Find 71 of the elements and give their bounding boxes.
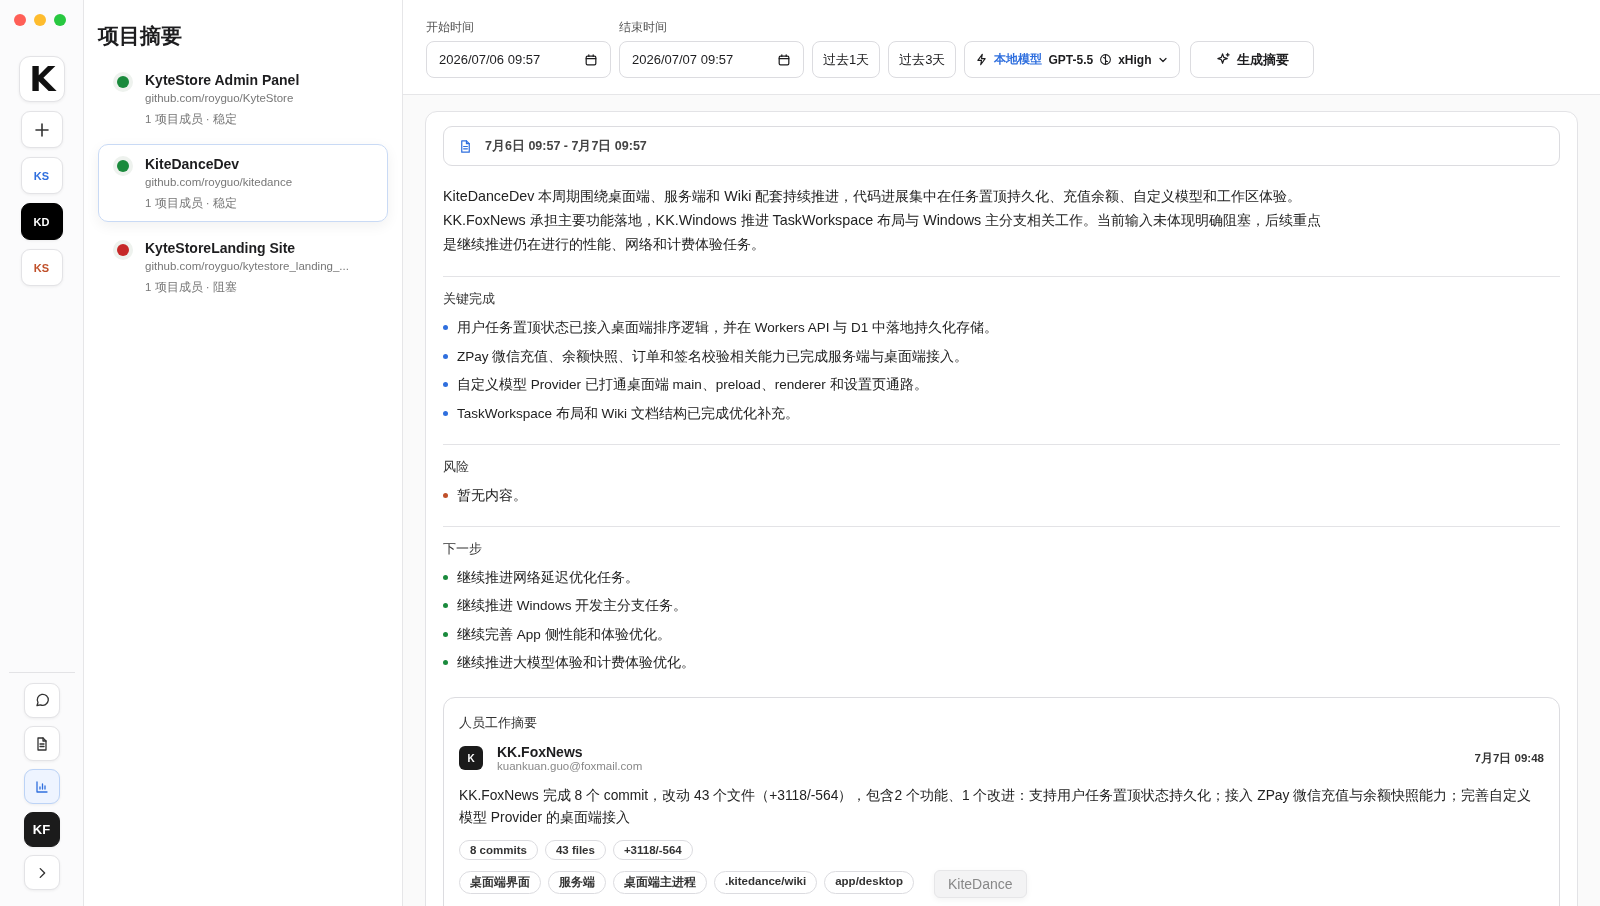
bullet-text: 继续完善 App 侧性能和体验优化。 (457, 625, 671, 644)
timestamp: 7月7日 09:48 (1474, 750, 1544, 766)
minimize-button[interactable] (34, 14, 46, 26)
project-button[interactable]: KD (20, 203, 63, 240)
person-email: kuankuan.guo@foxmail.com (497, 760, 644, 772)
bullet-text: 用户任务置顶状态已接入桌面端排序逻辑，并在 Workers API 与 D1 中落地持久化存储。 (457, 319, 999, 337)
person-summary-text: KK.FoxNews 完成 8 个 commit，改动 43 个文件（+3118/-564），包含2 个功能、1 个改进：支持用户任务置顶状态持久化；接入 ZPay 微信充值与余额快照能力；完善自定义模型 Provider 的桌面端接入 (459, 787, 1533, 827)
lightning-icon (975, 53, 989, 66)
chart-button[interactable] (23, 769, 60, 804)
quick-range-button[interactable]: 过去3天 (888, 41, 957, 78)
stat-chip: 8 commits (459, 840, 538, 860)
chat-icon (33, 692, 50, 709)
project-meta: 1 项目成员 · 稳定 (145, 112, 238, 127)
document-icon (458, 138, 473, 154)
bullet-text: 继续推进大模型体验和计费体验优化。 (457, 654, 695, 672)
date-range: 7月6日 09:57 - 7月7日 09:57 (485, 137, 647, 155)
add-button[interactable] (20, 111, 63, 148)
bullet-text: 继续推进 Windows 开发主分支任务。 (457, 597, 688, 615)
repo-url: github.com/royguo/kytestore_landing_... (145, 260, 349, 272)
repo-url: github.com/royguo/KyteStore (145, 92, 295, 104)
project-button[interactable]: KS (20, 157, 63, 194)
quick-range-button[interactable]: 过去1天 (812, 41, 881, 78)
bullet-text: TaskWorkspace 布局和 Wiki 文档结构已完成优化补充。 (457, 404, 799, 423)
tag-chip: .kitedance/wiki (714, 871, 818, 894)
project-meta: 1 项目成员 · 稳定 (145, 196, 238, 211)
section-title: 关键完成 (443, 291, 496, 308)
project-meta: 1 项目成员 · 阻塞 (145, 280, 238, 295)
plus-icon (33, 121, 50, 138)
app-logo[interactable]: K (18, 56, 65, 102)
repo-url: github.com/royguo/kitedance (145, 176, 293, 188)
sparkle-icon (1215, 52, 1231, 67)
tooltip: KiteDance (934, 870, 1027, 898)
project-item[interactable]: KyteStoreLanding Site github.com/royguo/kytestore_landing_... 1 项目成员 · 阻塞 (98, 228, 388, 306)
tag-chip: 桌面端界面 (459, 871, 541, 894)
stat-chip: 43 files (544, 840, 606, 860)
project-name: KyteStore Admin Panel (145, 71, 300, 89)
date-time-field[interactable]: 2026/07/07 09:57 (619, 41, 804, 78)
calendar-icon (777, 52, 791, 67)
calendar-icon (584, 52, 598, 67)
overview-line: KiteDanceDev 本周期围绕桌面端、服务端和 Wiki 配套持续推进，代码进展集中在任务置顶持久化、充值余额、自定义模型和工作区体验。 (443, 187, 1302, 206)
avatar: K (459, 746, 483, 770)
field-label: 结束时间 (619, 20, 668, 35)
project-item[interactable]: KyteStore Admin Panel github.com/royguo/KyteStore 1 项目成员 · 稳定 (98, 60, 388, 138)
panel-title: 项目摘要 (98, 23, 182, 49)
chat-button[interactable] (23, 683, 60, 718)
document-button[interactable] (23, 726, 60, 761)
section-title: 下一步 (443, 540, 483, 558)
bullet-text: 继续推进网络延迟优化任务。 (457, 568, 639, 587)
overview-line: 是继续推进仍在进行的性能、网络和计费体验任务。 (443, 235, 765, 254)
project-name: KiteDanceDev (145, 155, 241, 173)
field-label: 开始时间 (426, 20, 475, 35)
date-time-field[interactable]: 2026/07/06 09:57 (426, 41, 611, 78)
project-name: KyteStoreLanding Site (145, 239, 297, 257)
section-title: 风险 (443, 458, 470, 476)
user-avatar[interactable]: KF (23, 812, 60, 847)
bullet-text: 自定义模型 Provider 已打通桌面端 main、preload、renderer 和设置页通路。 (457, 376, 928, 394)
tag-chip: 桌面端主进程 (613, 871, 707, 894)
zoom-button[interactable] (54, 14, 66, 26)
model-selector[interactable]: 本地模型 GPT-5.5 xHigh (964, 41, 1181, 78)
project-item[interactable]: KiteDanceDev github.com/royguo/kitedance 1 项目成员 · 稳定 (98, 144, 388, 222)
person-name: KK.FoxNews (497, 744, 584, 760)
generate-summary-button[interactable]: 生成摘要 (1190, 41, 1315, 78)
project-button[interactable]: KS (20, 249, 63, 286)
bullet-text: 暂无内容。 (457, 486, 527, 505)
bullet-text: ZPay 微信充值、余额快照、订单和签名校验相关能力已完成服务端与桌面端接入。 (457, 347, 969, 366)
section-title: 人员工作摘要 (459, 714, 538, 732)
overview-line: KK.FoxNews 承担主要功能落地，KK.Windows 推进 TaskWorkspace 布局与 Windows 主分支相关工作。当前输入未体现明确阻塞，后续重点 (443, 211, 1322, 230)
tag-chip: 服务端 (548, 871, 606, 894)
stat-chip: +3118/-564 (612, 840, 693, 860)
close-button[interactable] (14, 14, 26, 26)
tag-chip: app/desktop (824, 871, 914, 894)
